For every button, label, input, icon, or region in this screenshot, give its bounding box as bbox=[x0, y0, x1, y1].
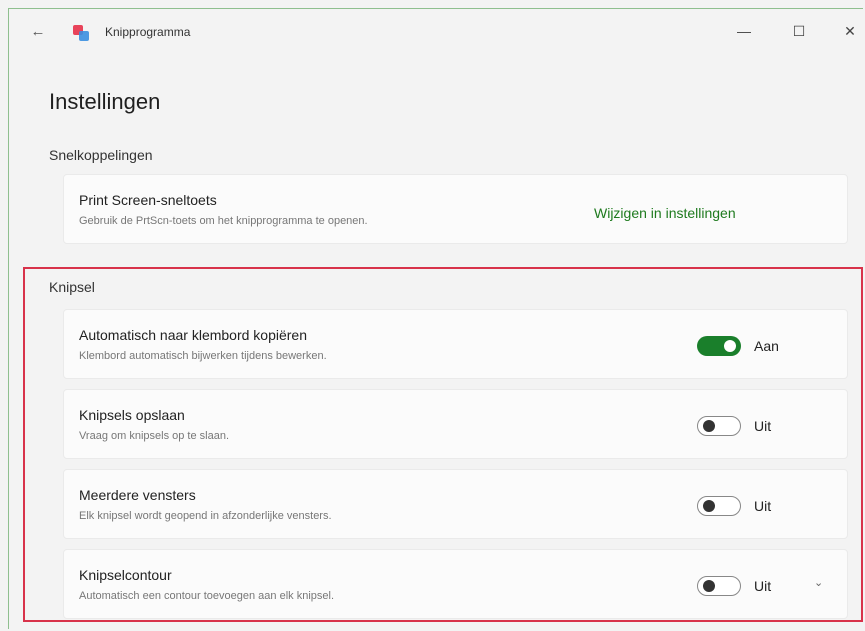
close-button[interactable]: ✕ bbox=[835, 20, 863, 42]
chevron-down-icon[interactable]: ⌄ bbox=[814, 576, 823, 589]
setting-description: Automatisch een contour toevoegen aan el… bbox=[79, 590, 334, 602]
multiple-windows-toggle[interactable] bbox=[697, 496, 741, 516]
toggle-state-label: Uit bbox=[754, 498, 772, 514]
setting-card-auto-copy: Automatisch naar klembord kopiëren Klemb… bbox=[63, 309, 848, 379]
toggle-state-label: Aan bbox=[754, 338, 779, 354]
app-window: ← Knipprogramma — ☐ ✕ Instellingen Snelk… bbox=[8, 8, 863, 629]
toggle-knob bbox=[703, 420, 715, 432]
setting-description: Vraag om knipsels op te slaan. bbox=[79, 430, 230, 442]
setting-title: Print Screen-sneltoets bbox=[79, 192, 217, 208]
setting-card-snip-outline[interactable]: Knipselcontour Automatisch een contour t… bbox=[63, 549, 848, 619]
setting-title: Automatisch naar klembord kopiëren bbox=[79, 327, 308, 343]
toggle-knob bbox=[724, 340, 736, 352]
snipping-tool-icon bbox=[73, 25, 89, 41]
auto-copy-toggle[interactable] bbox=[697, 336, 741, 356]
section-heading-snip: Knipsel bbox=[49, 279, 95, 295]
section-heading-shortcuts: Snelkoppelingen bbox=[49, 147, 153, 163]
setting-description: Gebruik de PrtScn-toets om het knipprogr… bbox=[79, 215, 368, 227]
setting-card-printscreen: Print Screen-sneltoets Gebruik de PrtScn… bbox=[63, 174, 848, 244]
page-title: Instellingen bbox=[49, 89, 161, 114]
change-in-settings-link[interactable]: Wijzigen in instellingen bbox=[594, 205, 736, 221]
setting-title: Knipselcontour bbox=[79, 567, 172, 583]
setting-title: Meerdere vensters bbox=[79, 487, 196, 503]
setting-card-save-snips: Knipsels opslaan Vraag om knipsels op te… bbox=[63, 389, 848, 459]
toggle-state-label: Uit bbox=[754, 418, 772, 434]
snip-outline-toggle[interactable] bbox=[697, 576, 741, 596]
setting-description: Elk knipsel wordt geopend in afzonderlij… bbox=[79, 510, 332, 522]
toggle-state-label: Uit bbox=[754, 578, 772, 594]
maximize-button[interactable]: ☐ bbox=[784, 20, 814, 42]
toggle-knob bbox=[703, 580, 715, 592]
back-arrow-icon[interactable]: ← bbox=[29, 23, 47, 41]
setting-card-multiple-windows: Meerdere vensters Elk knipsel wordt geop… bbox=[63, 469, 848, 539]
toggle-knob bbox=[703, 500, 715, 512]
minimize-button[interactable]: — bbox=[729, 20, 759, 42]
title-bar: ← Knipprogramma — ☐ ✕ bbox=[9, 9, 863, 55]
app-title: Knipprogramma bbox=[105, 25, 191, 39]
save-snips-toggle[interactable] bbox=[697, 416, 741, 436]
setting-title: Knipsels opslaan bbox=[79, 407, 185, 423]
setting-description: Klembord automatisch bijwerken tijdens b… bbox=[79, 350, 327, 362]
